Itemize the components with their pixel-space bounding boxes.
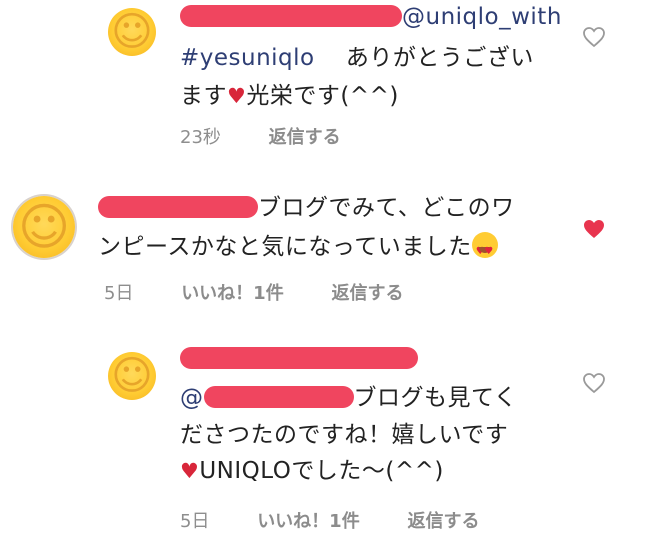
comment-meta: 5日 いいね！1件 返信する <box>104 279 445 305</box>
comment-time: 23秒 <box>180 127 221 148</box>
heart-filled-icon[interactable] <box>582 218 606 240</box>
likes-count[interactable]: いいね！1件 <box>257 511 360 532</box>
reply-button[interactable]: 返信する <box>269 127 341 148</box>
avatar[interactable]: ☺ <box>13 196 75 258</box>
heart-outline-icon[interactable] <box>582 26 606 48</box>
heart-outline-icon[interactable] <box>582 372 606 394</box>
redacted-username <box>98 196 258 218</box>
reply-button[interactable]: 返信する <box>407 511 479 532</box>
comment-line: ます <box>180 83 227 109</box>
avatar[interactable]: ☺ <box>108 8 156 56</box>
hashtag-link[interactable]: #yesuniqlo <box>180 45 315 71</box>
comment-text: @ ブログも見てく ださつたのですね！嬉しいです ♥UNIQLOでした〜(^^) <box>180 344 570 487</box>
comment-time: 5日 <box>104 283 134 304</box>
comment-line: ンピースかなと気になっていました <box>98 234 472 260</box>
comment-text: ブログでみて、どこのワ ンピースかなと気になっていました <box>98 193 568 267</box>
reply-button[interactable]: 返信する <box>331 283 403 304</box>
comment-time: 5日 <box>180 511 210 532</box>
comment-meta: 5日 いいね！1件 返信する <box>180 507 521 533</box>
comment-meta: 23秒 返信する <box>180 123 383 149</box>
comment-line: 光栄です(^^) <box>246 83 399 109</box>
mention-link[interactable]: @uniqlo_with <box>402 4 562 30</box>
red-heart-emoji: ♥ <box>180 459 200 483</box>
smiley-face-icon: ☺ <box>17 198 71 256</box>
red-heart-emoji: ♥ <box>227 84 247 108</box>
comment-text: @uniqlo_with #yesuniqlo ありがとうござい ます♥光栄です… <box>180 2 570 112</box>
heart-eyes-emoji <box>471 232 498 267</box>
smiley-face-icon: ☺ <box>111 353 153 399</box>
avatar[interactable]: ☺ <box>108 352 156 400</box>
comment-line: ブログでみて、どこのワ <box>258 195 515 221</box>
comment-line: UNIQLOでした〜(^^) <box>199 458 444 484</box>
mention-link[interactable]: @ <box>180 385 204 411</box>
likes-count[interactable]: いいね！1件 <box>181 283 284 304</box>
comment-line: ださつたのですね！嬉しいです <box>180 422 509 448</box>
comment-line: ブログも見てく <box>353 385 518 411</box>
smiley-face-icon: ☺ <box>111 9 153 55</box>
redacted-username <box>180 5 402 27</box>
comment-line: ありがとうござい <box>345 45 534 71</box>
redacted-username <box>180 347 418 369</box>
redacted-mention <box>203 386 354 408</box>
